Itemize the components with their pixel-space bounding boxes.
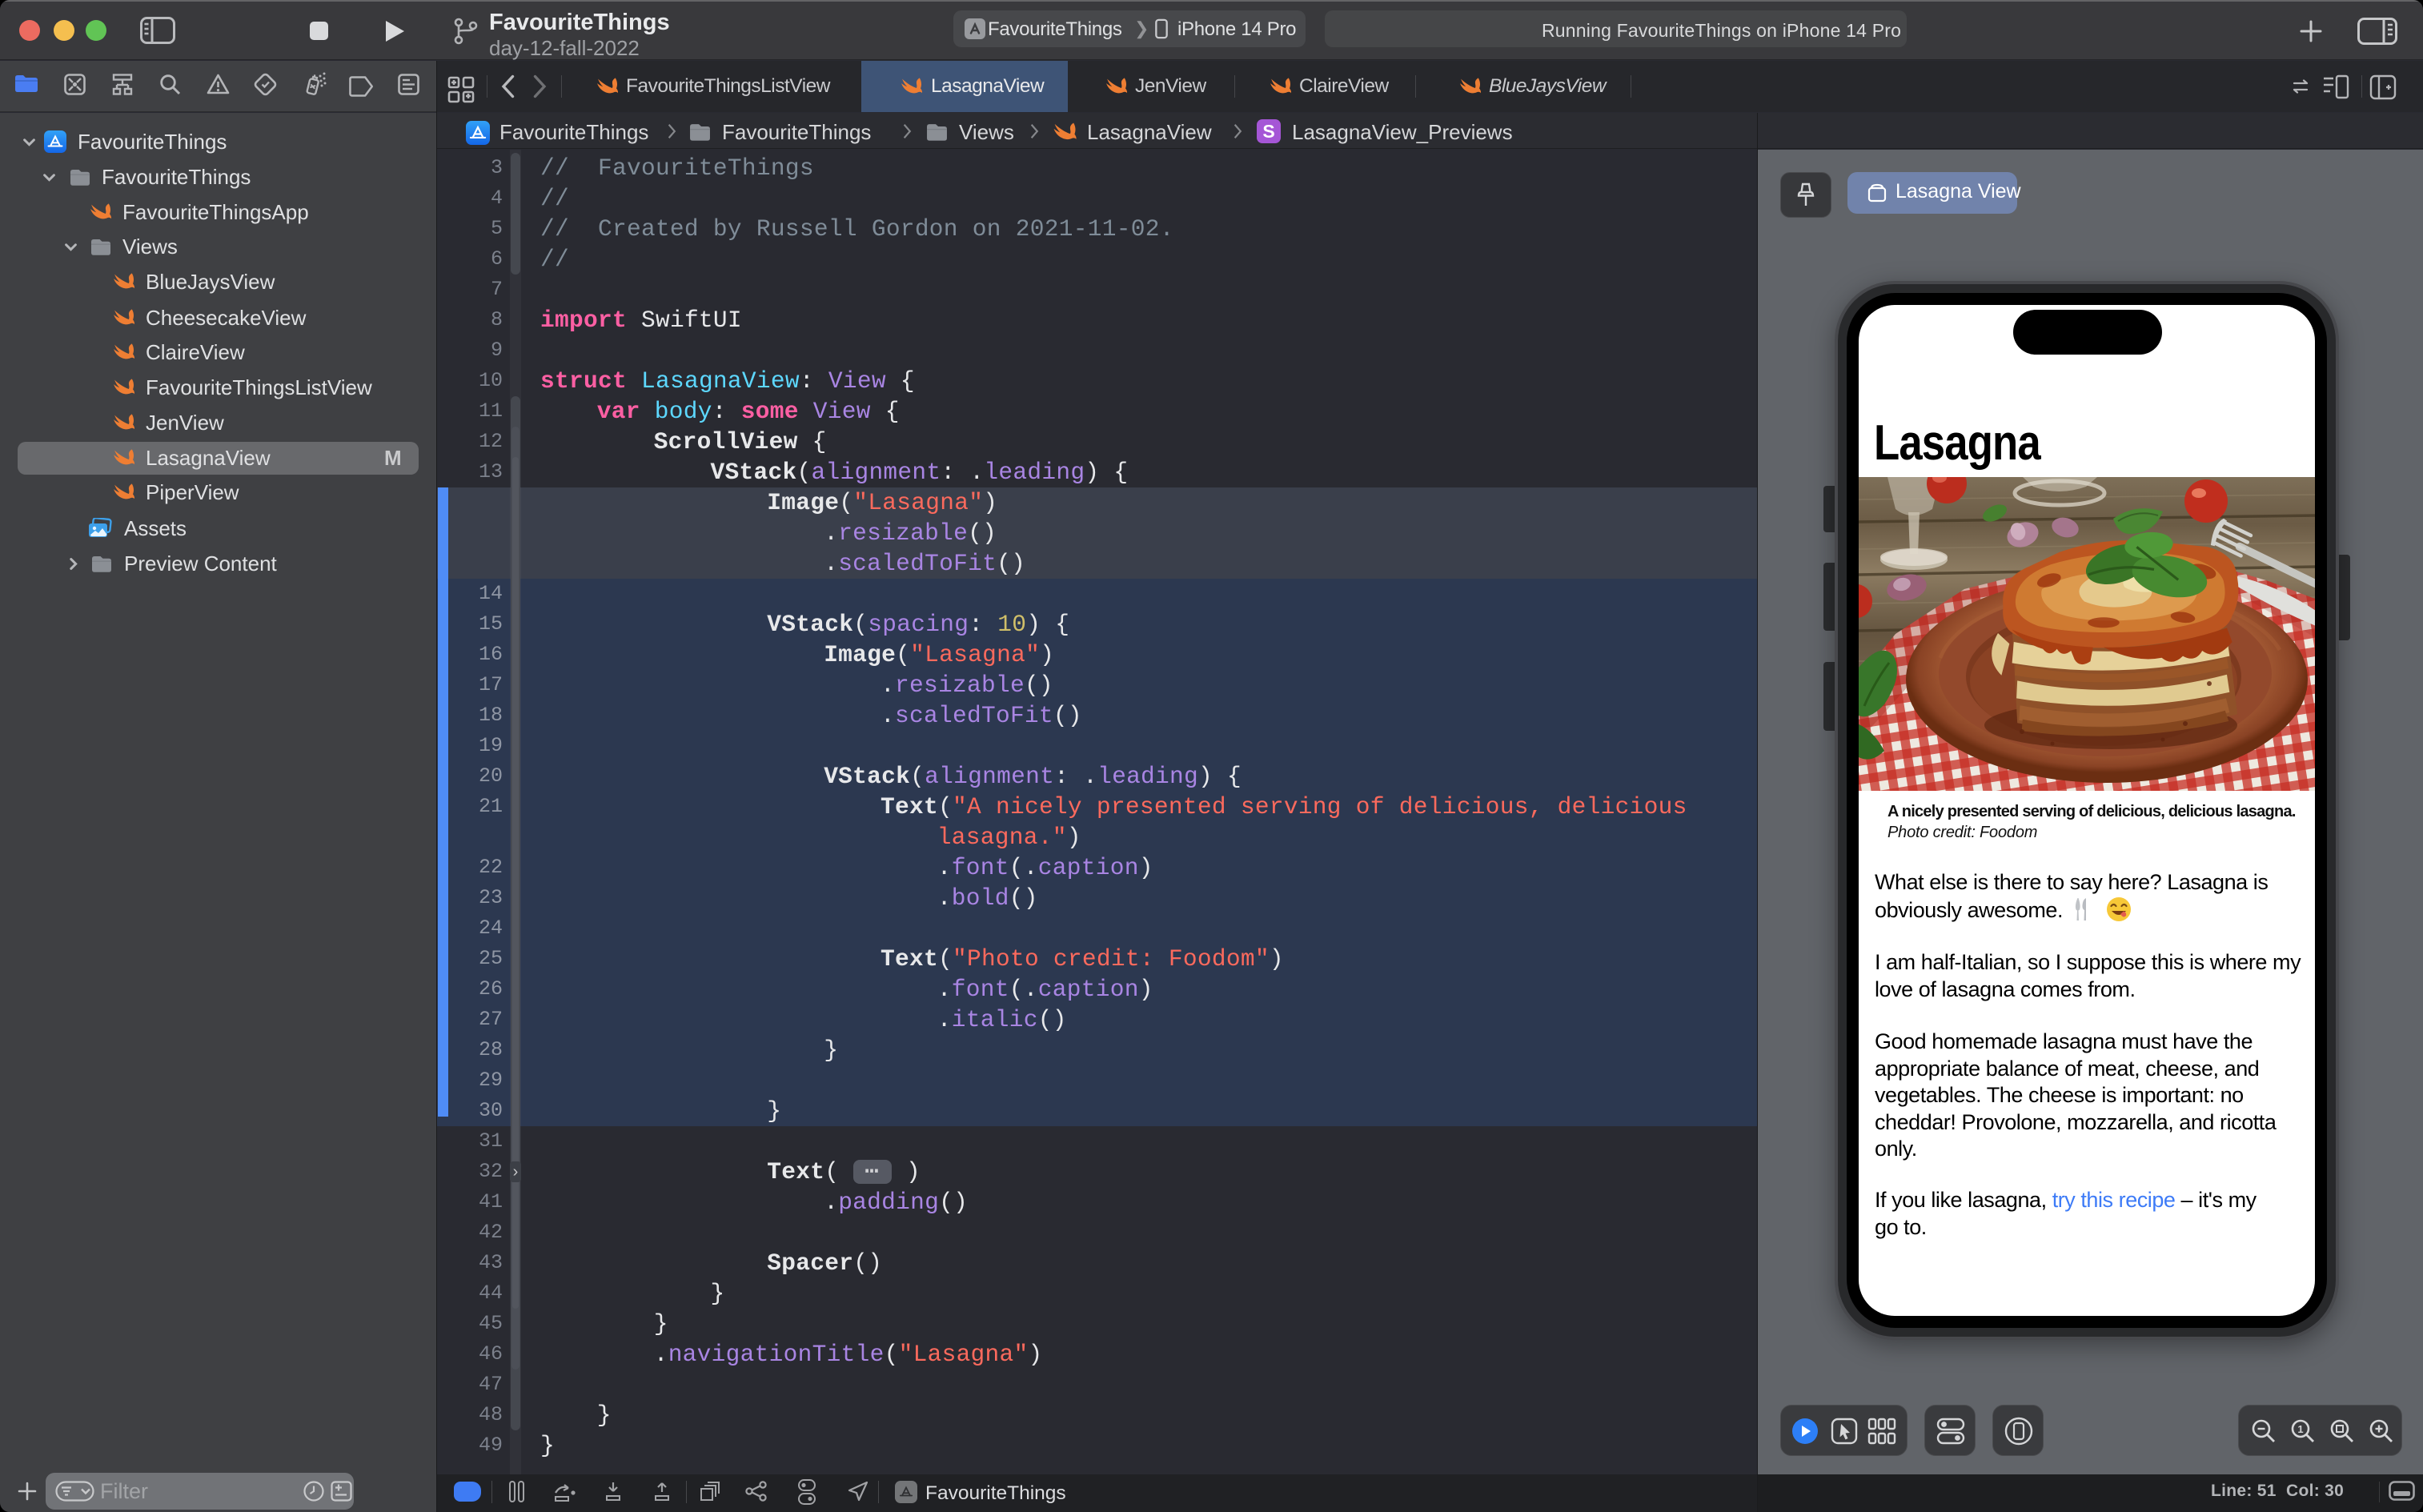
svg-text:1: 1 (2297, 1423, 2303, 1435)
